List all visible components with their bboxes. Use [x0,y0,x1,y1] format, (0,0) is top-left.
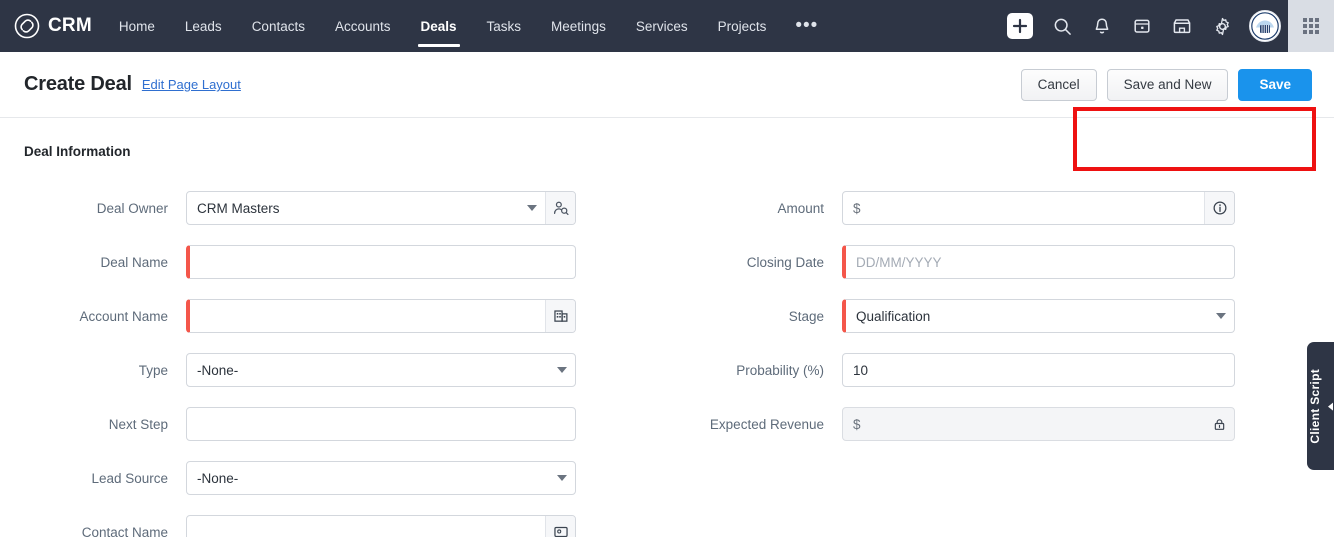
type-dropdown[interactable]: -None- [186,353,576,387]
field-label-contact-name: Contact Name [81,524,168,537]
deal-owner-value: CRM Masters [197,200,280,216]
field-next-step: Next Step [0,397,667,451]
nav-right-icons [998,0,1334,52]
nav-item-contacts[interactable]: Contacts [237,0,320,52]
gear-icon[interactable] [1202,0,1242,52]
nav-item-deals[interactable]: Deals [406,0,472,52]
closing-date-placeholder: DD/MM/YYYY [856,254,942,270]
field-label-probability: Probability (%) [736,362,824,378]
field-label-type: Type [138,362,168,378]
add-button[interactable] [998,0,1042,52]
header-actions: Cancel Save and New Save [1020,68,1316,101]
infinity-loop-icon [14,13,40,39]
brand-name: CRM [48,15,92,36]
field-contact-name: Contact Name [0,505,667,537]
field-label-expected-revenue: Expected Revenue [709,416,824,432]
field-deal-owner: Deal Owner CRM Masters [0,181,667,235]
lock-icon [1204,408,1234,440]
nav-item-meetings[interactable]: Meetings [536,0,621,52]
field-label-lead-source: Lead Source [91,470,168,486]
plus-icon [1007,13,1033,39]
probability-value: 10 [853,362,869,378]
closing-date-input[interactable]: DD/MM/YYYY [842,245,1235,279]
chevron-down-icon[interactable] [519,192,545,224]
deal-form-body: Deal Information Deal Owner CRM Masters [0,118,1334,537]
amount-input[interactable]: $ [842,191,1235,225]
field-label-account-name: Account Name [79,308,168,324]
page-header: Create Deal Edit Page Layout Cancel Save… [0,52,1334,171]
probability-input[interactable]: 10 [842,353,1235,387]
field-account-name: Account Name [0,289,667,343]
field-label-amount: Amount [777,200,824,216]
amount-value: $ [853,200,861,216]
expected-revenue-value: $ [853,416,861,432]
nav-item-home[interactable]: Home [104,0,170,52]
save-button[interactable]: Save [1238,68,1312,101]
field-type: Type -None- [0,343,667,397]
nav-item-more[interactable]: ••• [781,0,832,52]
field-label-stage: Stage [788,308,824,324]
next-step-input[interactable] [186,407,576,441]
apps-grid-icon[interactable] [1288,0,1334,52]
deal-owner-control[interactable]: CRM Masters [186,191,576,225]
bell-icon[interactable] [1082,0,1122,52]
top-navigation-bar: CRM Home Leads Contacts Accounts Deals T… [0,0,1334,52]
field-amount: Amount $ [667,181,1334,235]
field-probability: Probability (%) 10 [667,343,1334,397]
page-title: Create Deal [24,73,132,95]
apps-grid-dots [1303,18,1319,34]
client-script-tab[interactable]: Client Script [1307,342,1334,470]
contact-name-input[interactable] [186,515,576,537]
cancel-button[interactable]: Cancel [1020,68,1097,101]
nav-item-leads[interactable]: Leads [170,0,237,52]
chevron-down-icon[interactable] [1208,300,1234,332]
marketplace-icon[interactable] [1162,0,1202,52]
field-label-next-step: Next Step [108,416,168,432]
field-deal-name: Deal Name [0,235,667,289]
field-label-deal-owner: Deal Owner [96,200,168,216]
building-icon[interactable] [545,300,575,332]
nav-item-services[interactable]: Services [621,0,703,52]
section-title-deal-information: Deal Information [24,144,131,159]
field-label-closing-date: Closing Date [746,254,824,270]
field-stage: Stage Qualification [667,289,1334,343]
type-value: -None- [197,362,239,378]
edit-page-layout-link[interactable]: Edit Page Layout [142,77,241,92]
user-search-icon[interactable] [545,192,575,224]
account-name-input[interactable] [186,299,576,333]
stage-dropdown[interactable]: Qualification [842,299,1235,333]
chevron-left-icon [1328,402,1333,410]
avatar-image [1249,10,1281,42]
chevron-down-icon[interactable] [549,354,575,386]
form-columns: Deal Owner CRM Masters Deal Name Account… [0,181,1334,537]
lead-source-dropdown[interactable]: -None- [186,461,576,495]
client-script-label: Client Script [1308,368,1322,444]
field-lead-source: Lead Source -None- [0,451,667,505]
save-and-new-button[interactable]: Save and New [1106,68,1229,101]
nav-item-tasks[interactable]: Tasks [472,0,537,52]
field-expected-revenue: Expected Revenue $ [667,397,1334,451]
field-closing-date: Closing Date DD/MM/YYYY [667,235,1334,289]
contact-card-icon[interactable] [545,516,575,537]
info-icon[interactable] [1204,192,1234,224]
expected-revenue-input: $ [842,407,1235,441]
form-column-right: Amount $ Closing Date DD/MM/YYYY Stage Q… [667,181,1334,537]
field-label-deal-name: Deal Name [100,254,168,270]
search-icon[interactable] [1042,0,1082,52]
chevron-down-icon[interactable] [549,462,575,494]
brand-logo-area[interactable]: CRM [0,13,104,39]
form-column-left: Deal Owner CRM Masters Deal Name Account… [0,181,667,537]
nav-item-projects[interactable]: Projects [703,0,782,52]
avatar[interactable] [1242,0,1288,52]
calendar-icon[interactable] [1122,0,1162,52]
client-script-tab-inner: Client Script [1308,368,1333,444]
lead-source-value: -None- [197,470,239,486]
nav-items: Home Leads Contacts Accounts Deals Tasks… [104,0,832,52]
deal-name-input[interactable] [186,245,576,279]
nav-item-accounts[interactable]: Accounts [320,0,406,52]
stage-value: Qualification [856,308,931,324]
